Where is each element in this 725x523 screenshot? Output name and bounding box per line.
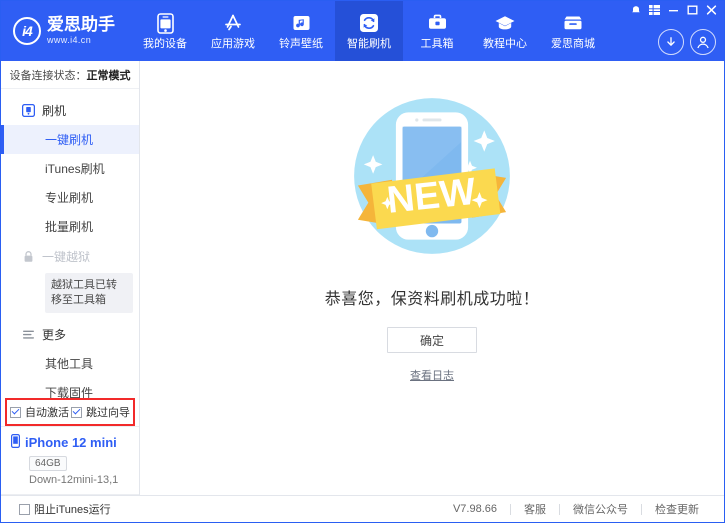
logo-badge-icon: i4	[13, 17, 41, 45]
app-header: i4 爱思助手 www.i4.cn 我的设备 应用游戏	[1, 1, 724, 61]
store-icon	[562, 12, 584, 34]
wechat-link[interactable]: 微信公众号	[560, 501, 641, 517]
device-icon	[11, 434, 20, 451]
logo-name: 爱思助手	[47, 16, 115, 34]
sidebar-item-label: 其他工具	[45, 355, 93, 372]
checkbox-box[interactable]	[19, 504, 30, 515]
toolbox-icon	[426, 12, 448, 34]
checkbox-label: 自动激活	[25, 404, 69, 420]
status-bar-left: 阻止iTunes运行	[1, 501, 140, 517]
tab-label: 工具箱	[421, 38, 454, 50]
refresh-icon	[358, 12, 380, 34]
sidebar-group-label: 更多	[42, 326, 66, 343]
flash-icon	[21, 103, 35, 117]
graduation-icon	[494, 12, 516, 34]
application-window: i4 爱思助手 www.i4.cn 我的设备 应用游戏	[0, 0, 725, 523]
tab-label: 教程中心	[483, 38, 527, 50]
sidebar: 设备连接状态：正常模式 刷机 一键刷机 iTunes刷机 专业刷机	[1, 61, 140, 495]
header-actions	[658, 29, 716, 55]
sidebar-menu: 刷机 一键刷机 iTunes刷机 专业刷机 批量刷机	[1, 89, 139, 398]
appstore-icon	[222, 12, 244, 34]
phone-icon	[154, 12, 176, 34]
sidebar-item-batch-flash[interactable]: 批量刷机	[1, 212, 139, 241]
confirm-button[interactable]: 确定	[387, 327, 477, 353]
minimize-icon[interactable]	[665, 3, 682, 17]
sidebar-item-other-tools[interactable]: 其他工具	[1, 349, 139, 378]
flash-options-highlight: 自动激活 跳过向导	[5, 398, 135, 426]
checkbox-auto-activate[interactable]: 自动激活	[10, 404, 69, 420]
tab-ringtones-wallpapers[interactable]: 铃声壁纸	[267, 1, 335, 61]
sidebar-item-label: iTunes刷机	[45, 160, 105, 177]
device-name: iPhone 12 mini	[25, 435, 117, 450]
body-container: 设备连接状态：正常模式 刷机 一键刷机 iTunes刷机 专业刷机	[1, 61, 724, 495]
checkbox-skip-wizard[interactable]: 跳过向导	[71, 404, 130, 420]
app-logo: i4 爱思助手 www.i4.cn	[1, 1, 131, 61]
tab-apps-games[interactable]: 应用游戏	[199, 1, 267, 61]
sidebar-group-more[interactable]: 更多	[1, 319, 139, 349]
connected-device-card[interactable]: iPhone 12 mini 64GB Down-12mini-13,1	[1, 426, 139, 495]
success-message: 恭喜您，保资料刷机成功啦！	[325, 285, 540, 309]
checkbox-box[interactable]	[71, 407, 82, 418]
account-circle-icon[interactable]	[690, 29, 716, 55]
connection-status: 设备连接状态：正常模式	[1, 61, 139, 89]
tab-my-device[interactable]: 我的设备	[131, 1, 199, 61]
new-phone-badge-illustration: NEW	[337, 81, 527, 271]
jailbreak-tooltip: 越狱工具已转移至工具箱	[45, 273, 133, 313]
maximize-icon[interactable]	[684, 3, 701, 17]
tab-label: 应用游戏	[211, 38, 255, 50]
main-content: NEW 恭喜您，保资料刷机成功啦！ 确定 查看日志	[140, 61, 724, 495]
download-circle-icon[interactable]	[658, 29, 684, 55]
app-version: V7.98.66	[440, 503, 510, 515]
logo-url: www.i4.cn	[47, 34, 115, 46]
close-icon[interactable]	[703, 3, 720, 17]
window-controls	[627, 3, 720, 17]
sidebar-group-label: 刷机	[42, 102, 66, 119]
sidebar-item-pro-flash[interactable]: 专业刷机	[1, 183, 139, 212]
status-bar: 阻止iTunes运行 V7.98.66 客服 微信公众号 检查更新	[1, 495, 724, 522]
lock-icon	[21, 249, 35, 263]
sidebar-group-label: 一键越狱	[42, 248, 90, 265]
sidebar-item-itunes-flash[interactable]: iTunes刷机	[1, 154, 139, 183]
list-icon	[21, 327, 35, 341]
connection-status-label: 设备连接状态：	[10, 67, 87, 83]
device-identifier: Down-12mini-13,1	[29, 474, 139, 486]
sidebar-group-flash[interactable]: 刷机	[1, 95, 139, 125]
notification-icon[interactable]	[627, 3, 644, 17]
checkbox-label: 阻止iTunes运行	[34, 501, 111, 517]
device-capacity-badge: 64GB	[29, 456, 67, 471]
support-link[interactable]: 客服	[511, 501, 559, 517]
tab-tutorial-center[interactable]: 教程中心	[471, 1, 539, 61]
sidebar-item-label: 一键刷机	[45, 131, 93, 148]
check-update-link[interactable]: 检查更新	[642, 501, 712, 517]
view-log-link[interactable]: 查看日志	[410, 367, 454, 383]
music-icon	[290, 12, 312, 34]
checkbox-box[interactable]	[10, 407, 21, 418]
connection-status-value: 正常模式	[87, 67, 131, 83]
menu-icon[interactable]	[646, 3, 663, 17]
sidebar-item-label: 批量刷机	[45, 218, 93, 235]
status-bar-right: V7.98.66 客服 微信公众号 检查更新	[140, 501, 724, 517]
tab-smart-flash[interactable]: 智能刷机	[335, 1, 403, 61]
sidebar-item-label: 专业刷机	[45, 189, 93, 206]
tab-label: 铃声壁纸	[279, 38, 323, 50]
sidebar-group-jailbreak: 一键越狱	[1, 241, 139, 271]
sidebar-item-download-firmware[interactable]: 下载固件	[1, 378, 139, 398]
tab-label: 爱思商城	[551, 38, 595, 50]
tab-label: 智能刷机	[347, 38, 391, 50]
checkbox-label: 跳过向导	[86, 404, 130, 420]
checkbox-block-itunes[interactable]: 阻止iTunes运行	[19, 501, 111, 517]
tab-label: 我的设备	[143, 38, 187, 50]
tab-store[interactable]: 爱思商城	[539, 1, 607, 61]
tab-toolbox[interactable]: 工具箱	[403, 1, 471, 61]
device-title-row: iPhone 12 mini	[11, 434, 139, 451]
sidebar-item-one-key-flash[interactable]: 一键刷机	[1, 125, 139, 154]
main-navigation: 我的设备 应用游戏 铃声壁纸 智能刷机	[131, 1, 607, 61]
sidebar-item-label: 下载固件	[45, 384, 93, 398]
